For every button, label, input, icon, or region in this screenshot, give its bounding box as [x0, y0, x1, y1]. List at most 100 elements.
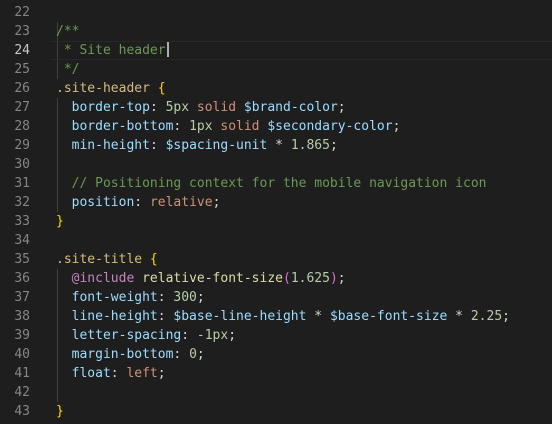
code-line[interactable]: 27 border-top: 5px solid $brand-color; [0, 98, 552, 117]
code-line[interactable]: 37 font-weight: 300; [0, 288, 552, 307]
line-code[interactable]: // Positioning context for the mobile na… [56, 174, 487, 193]
line-number: 34 [14, 233, 30, 248]
code-token-punct: : [157, 309, 174, 324]
code-token-punct [56, 290, 72, 305]
code-token-punct: ; [337, 271, 346, 286]
code-token-punct [189, 100, 197, 115]
line-number: 26 [14, 81, 30, 96]
code-token-punct: : [173, 347, 190, 362]
code-line[interactable]: 25 */ [0, 60, 552, 79]
line-number: 32 [14, 195, 30, 210]
code-token-selector: .site-title [56, 252, 143, 267]
code-token-var: $base-font-size [329, 309, 448, 324]
line-code[interactable]: .site-header { [56, 79, 166, 98]
code-token-punct [56, 195, 72, 210]
code-line[interactable]: 29 min-height: $spacing-unit * 1.865; [0, 136, 552, 155]
code-token-prop: margin-bottom [71, 347, 174, 362]
line-code[interactable]: /** [56, 22, 79, 41]
line-number: 39 [14, 328, 30, 343]
code-line[interactable]: 32 position: relative; [0, 193, 552, 212]
code-token-num: 5px [165, 100, 190, 115]
line-code[interactable]: */ [56, 60, 80, 79]
line-number: 38 [14, 309, 30, 324]
code-token-punct: ; [196, 347, 205, 362]
code-token-func: relative-font-size [142, 271, 283, 286]
code-token-punct [142, 252, 150, 267]
code-token-punct: : [181, 328, 197, 343]
line-code[interactable]: border-bottom: 1px solid $secondary-colo… [56, 117, 401, 136]
line-code[interactable]: font-weight: 300; [56, 288, 205, 307]
code-token-val: solid [196, 100, 237, 115]
indent-guide [57, 383, 58, 402]
code-line[interactable]: 43} [0, 402, 552, 421]
code-line[interactable]: 40 margin-bottom: 0; [0, 345, 552, 364]
code-token-selector: .site-header [56, 81, 150, 96]
code-line[interactable]: 23 /** [0, 22, 552, 41]
line-code[interactable]: .site-title { [56, 250, 158, 269]
code-token-num: 300 [173, 290, 197, 305]
code-token-brace: { [149, 252, 158, 267]
line-code[interactable]: border-top: 5px solid $brand-color; [56, 98, 346, 117]
line-code[interactable]: position: relative; [56, 193, 221, 212]
code-line[interactable]: 41 float: left; [0, 364, 552, 383]
code-token-punct: : [149, 138, 166, 153]
line-number: 23 [14, 24, 30, 39]
code-token-punct: ; [212, 195, 221, 210]
code-token-num: 1.865 [290, 138, 330, 153]
line-code[interactable]: min-height: $spacing-unit * 1.865; [56, 136, 338, 155]
code-token-op: * [267, 138, 291, 153]
code-line[interactable]: 24 * Site header [0, 41, 552, 60]
line-code[interactable]: margin-bottom: 0; [56, 345, 205, 364]
code-token-punct: ; [196, 290, 205, 305]
code-editor[interactable]: 22 23/** 24 * Site header 25 */26 .site-head… [0, 0, 552, 424]
line-number: 24 [14, 43, 30, 58]
code-token-prop: position [71, 195, 135, 210]
line-code[interactable]: } [56, 402, 64, 421]
line-number: 30 [14, 157, 30, 172]
code-line[interactable]: 38 line-height: $base-line-height * $bas… [0, 307, 552, 326]
code-line[interactable]: 31 // Positioning context for the mobile… [0, 174, 552, 193]
line-number: 36 [14, 271, 30, 286]
line-code[interactable]: letter-spacing: -1px; [56, 326, 236, 345]
code-token-punct [236, 100, 244, 115]
line-code[interactable]: } [56, 212, 64, 231]
code-lines[interactable]: 22 23/** 24 * Site header 25 */26 .site-head… [0, 3, 552, 421]
code-token-brace: } [56, 404, 64, 419]
code-token-punct: : [173, 119, 190, 134]
code-line[interactable]: 39 letter-spacing: -1px; [0, 326, 552, 345]
code-token-prop: line-height [71, 309, 158, 324]
code-token-paren: ) [329, 271, 338, 286]
code-token-op: * [447, 309, 471, 324]
line-number: 25 [14, 62, 30, 77]
code-line[interactable]: 42 [0, 383, 552, 402]
code-token-atrule: @include [71, 271, 135, 286]
code-token-paren: ( [283, 271, 291, 286]
line-code[interactable]: float: left; [56, 364, 166, 383]
code-token-comment: // Positioning context for the mobile na… [71, 176, 487, 191]
line-number: 40 [14, 347, 30, 362]
code-token-punct [150, 81, 158, 96]
code-token-brace: } [56, 214, 64, 229]
line-code[interactable]: @include relative-font-size(1.625); [56, 269, 346, 288]
code-token-var: $secondary-color [267, 119, 393, 134]
line-number: 28 [14, 119, 30, 134]
code-token-punct: : [157, 290, 174, 305]
code-line[interactable]: 26 .site-header { [0, 79, 552, 98]
line-number: 35 [14, 252, 30, 267]
line-number: 41 [14, 366, 30, 381]
code-token-num: 0 [189, 347, 197, 362]
code-line[interactable]: 28 border-bottom: 1px solid $secondary-c… [0, 117, 552, 136]
code-token-punct [56, 347, 72, 362]
code-token-prop: font-weight [71, 290, 158, 305]
code-token-punct [56, 366, 72, 381]
line-code[interactable]: * Site header [56, 41, 169, 60]
code-line[interactable]: 34 [0, 231, 552, 250]
indent-guide [57, 155, 58, 174]
code-line[interactable]: 36 @include relative-font-size(1.625); [0, 269, 552, 288]
code-line[interactable]: 30 [0, 155, 552, 174]
code-line[interactable]: 33} [0, 212, 552, 231]
code-token-prop: float [71, 366, 111, 381]
code-line[interactable]: 22 [0, 3, 552, 22]
code-line[interactable]: 35 .site-title { [0, 250, 552, 269]
line-code[interactable]: line-height: $base-line-height * $base-f… [56, 307, 510, 326]
